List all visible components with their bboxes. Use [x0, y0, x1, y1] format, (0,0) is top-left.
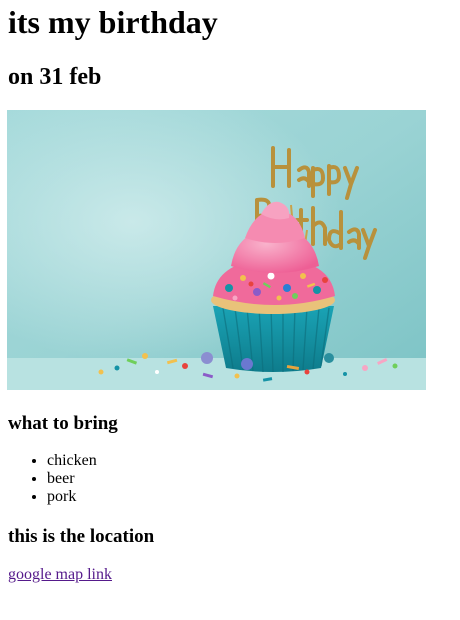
- list-item: beer: [47, 470, 97, 488]
- cupcake-image: [7, 110, 426, 390]
- location-heading: this is the location: [8, 526, 155, 547]
- bring-heading: what to bring: [8, 413, 118, 434]
- list-item: pork: [47, 488, 97, 506]
- image-tabletop: [7, 358, 426, 390]
- page-title: its my birthday: [8, 4, 218, 40]
- page-subtitle: on 31 feb: [8, 64, 102, 90]
- bring-list: chicken beer pork: [0, 452, 97, 506]
- list-item: chicken: [47, 452, 97, 470]
- page: its my birthday on 31 feb what to bring …: [0, 0, 460, 620]
- google-map-link[interactable]: google map link: [8, 566, 112, 584]
